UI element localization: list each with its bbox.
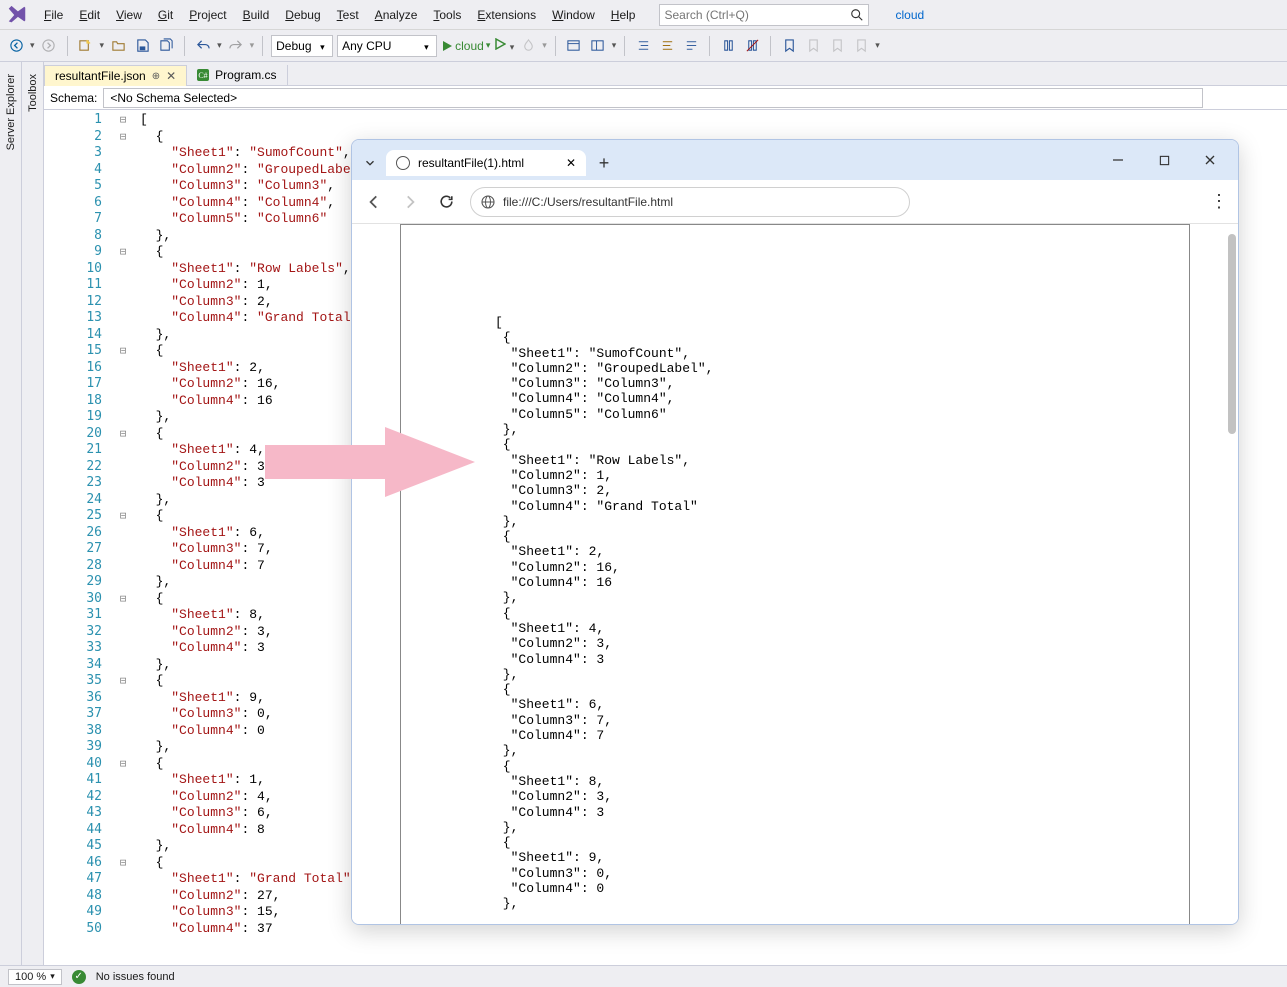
tb-icon-indent[interactable] [633, 36, 653, 56]
window-maximize-button[interactable] [1142, 145, 1186, 175]
window-close-button[interactable] [1188, 145, 1232, 175]
start-without-debug-button[interactable]: ▾ [494, 38, 514, 53]
new-project-icon[interactable] [76, 36, 96, 56]
menu-test[interactable]: Test [329, 4, 367, 26]
page-content: [ { "Sheet1": "SumofCount", "Column2": "… [400, 224, 1190, 924]
schema-dropdown[interactable]: <No Schema Selected> [103, 88, 1203, 108]
browser-forward-button[interactable] [398, 190, 422, 214]
forward-nav-icon[interactable] [39, 36, 59, 56]
browser-address-bar[interactable]: file:///C:/Users/resultantFile.html [470, 187, 910, 217]
save-icon[interactable] [132, 36, 152, 56]
schema-bar: Schema: <No Schema Selected> [44, 86, 1287, 110]
tab-program-cs[interactable]: C# Program.cs [187, 65, 287, 85]
menu-git[interactable]: Git [150, 4, 181, 26]
redo-icon[interactable] [226, 36, 246, 56]
browser-titlebar: resultantFile(1).html ✕ + [352, 140, 1238, 180]
menu-debug[interactable]: Debug [277, 4, 328, 26]
fold-column[interactable]: ⊟⊟⊟⊟⊟⊟⊟⊟⊟⊟ [110, 110, 136, 965]
tb-icon-uncomment[interactable] [742, 36, 762, 56]
page-favicon-icon [396, 156, 410, 170]
tb-bookmark-prev-icon[interactable] [803, 36, 823, 56]
menu-bar: FileEditViewGitProjectBuildDebugTestAnal… [0, 0, 1287, 30]
solution-platform-dropdown[interactable]: Any CPU▾ [337, 35, 437, 57]
html-output-text: [ { "Sheet1": "SumofCount", "Column2": "… [495, 315, 1165, 912]
server-explorer-tab[interactable]: Server Explorer [5, 68, 17, 156]
issues-text: No issues found [96, 971, 175, 983]
schema-value: <No Schema Selected> [110, 91, 237, 105]
csharp-file-icon: C# [197, 69, 209, 81]
tb-icon-comment[interactable] [718, 36, 738, 56]
browser-viewport[interactable]: [ { "Sheet1": "SumofCount", "Column2": "… [352, 224, 1238, 924]
account-link[interactable]: cloud [895, 8, 924, 22]
line-number-gutter: 1234567891011121314151617181920212223242… [44, 110, 110, 965]
menu-analyze[interactable]: Analyze [367, 4, 426, 26]
browser-reload-button[interactable] [434, 190, 458, 214]
tb-bookmark-clear-icon[interactable] [851, 36, 871, 56]
menu-view[interactable]: View [108, 4, 150, 26]
close-icon[interactable]: ✕ [166, 69, 176, 83]
scrollbar-thumb[interactable] [1228, 234, 1236, 434]
tb-icon-2[interactable] [588, 36, 608, 56]
pin-icon[interactable]: ⊕ [152, 71, 160, 82]
tb-bookmark-toggle-icon[interactable] [779, 36, 799, 56]
back-nav-icon[interactable] [6, 36, 26, 56]
menu-project[interactable]: Project [181, 4, 234, 26]
menu-build[interactable]: Build [235, 4, 278, 26]
browser-tab[interactable]: resultantFile(1).html ✕ [386, 150, 586, 176]
tb-icon-1[interactable] [564, 36, 584, 56]
zoom-value: 100 % [15, 971, 46, 983]
menu-window[interactable]: Window [544, 4, 603, 26]
browser-menu-button[interactable]: ⋮ [1210, 191, 1228, 212]
toolbox-tab[interactable]: Toolbox [27, 68, 39, 118]
vs-logo-icon [6, 4, 28, 26]
schema-label: Schema: [50, 91, 97, 105]
undo-icon[interactable] [193, 36, 213, 56]
browser-toolbar: file:///C:/Users/resultantFile.html ⋮ [352, 180, 1238, 224]
tb-bookmark-next-icon[interactable] [827, 36, 847, 56]
save-all-icon[interactable] [156, 36, 176, 56]
search-input[interactable] [664, 8, 850, 22]
quick-launch-search[interactable] [659, 4, 869, 26]
status-bar: 100 % ▾ ✓ No issues found [0, 965, 1287, 987]
tb-icon-3[interactable] [681, 36, 701, 56]
search-icon [850, 8, 864, 22]
url-text: file:///C:/Users/resultantFile.html [503, 195, 673, 209]
standard-toolbar: ▾ ▾ ▾ ▾ Debug▾ Any CPU▾ cloud ▾ ▾ ▾ ▾ ▾ [0, 30, 1287, 62]
tab-close-icon[interactable]: ✕ [566, 156, 576, 170]
tab-search-icon[interactable] [358, 151, 382, 175]
status-ok-icon: ✓ [72, 970, 86, 984]
new-tab-button[interactable]: + [590, 149, 618, 177]
zoom-dropdown[interactable]: 100 % ▾ [8, 969, 62, 985]
browser-tab-title: resultantFile(1).html [418, 156, 524, 170]
solution-config-dropdown[interactable]: Debug▾ [271, 35, 333, 57]
tab-label: Program.cs [215, 68, 276, 82]
browser-back-button[interactable] [362, 190, 386, 214]
platform-value: Any CPU [342, 39, 391, 53]
left-rail-2: Toolbox [22, 62, 44, 965]
window-minimize-button[interactable] [1096, 145, 1140, 175]
open-file-icon[interactable] [108, 36, 128, 56]
globe-icon [481, 195, 495, 209]
menu-help[interactable]: Help [603, 4, 644, 26]
left-rail-1: Server Explorer [0, 62, 22, 965]
browser-window: resultantFile(1).html ✕ + file:///C:/Use… [351, 139, 1239, 925]
menu-edit[interactable]: Edit [71, 4, 108, 26]
tab-label: resultantFile.json [55, 69, 146, 83]
hot-reload-icon[interactable] [518, 36, 538, 56]
config-value: Debug [276, 39, 311, 53]
start-debug-button[interactable]: cloud ▾ [441, 39, 490, 53]
tab-resultantfile-json[interactable]: resultantFile.json ⊕ ✕ [44, 65, 187, 86]
run-target-label: cloud [455, 39, 484, 53]
menu-file[interactable]: File [36, 4, 71, 26]
tb-icon-outdent[interactable] [657, 36, 677, 56]
document-tabs: resultantFile.json ⊕ ✕ C# Program.cs [44, 62, 1287, 86]
svg-text:C#: C# [199, 71, 208, 80]
menu-tools[interactable]: Tools [425, 4, 469, 26]
menu-extensions[interactable]: Extensions [469, 4, 544, 26]
